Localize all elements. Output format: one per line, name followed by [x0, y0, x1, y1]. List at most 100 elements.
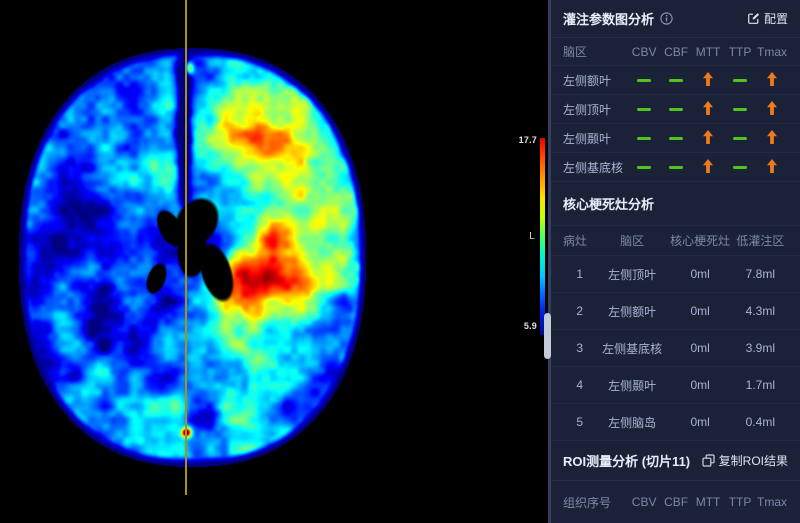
- trend-up-icon: [767, 101, 777, 118]
- roi-table-header: 组织序号CBVCBFMTTTTPTmax: [551, 481, 800, 523]
- trend-cell: [628, 108, 660, 111]
- trend-flat-icon: [669, 108, 683, 111]
- lesion-index: 3: [563, 341, 597, 355]
- infarct-column-header: 核心梗死灶: [668, 232, 733, 249]
- roi-column-header: CBF: [660, 495, 692, 509]
- trend-cell: [692, 101, 724, 118]
- hypoperfusion-volume: 3.9ml: [733, 341, 788, 355]
- infarct-table-row[interactable]: 3左侧基底核0ml3.9ml: [551, 330, 800, 367]
- edit-icon: [747, 12, 760, 25]
- infarct-table-row[interactable]: 1左侧顶叶0ml7.8ml: [551, 256, 800, 293]
- configure-label: 配置: [764, 10, 788, 27]
- trend-cell: [724, 79, 756, 82]
- trend-flat-icon: [669, 79, 683, 82]
- colorbar-min-label: 5.9: [515, 321, 537, 331]
- lesion-index: 2: [563, 304, 597, 318]
- trend-up-icon: [703, 130, 713, 147]
- lesion-region: 左侧脑岛: [597, 414, 668, 431]
- colorbar-mid-label: L: [515, 231, 535, 242]
- infarct-table-row[interactable]: 5左侧脑岛0ml0.4ml: [551, 404, 800, 441]
- infarct-column-header: 低灌注区: [733, 232, 788, 249]
- trend-up-icon: [767, 130, 777, 147]
- perfusion-table-row[interactable]: 左侧额叶: [551, 66, 800, 95]
- trend-up-icon: [703, 159, 713, 176]
- analysis-panel: 灌注参数图分析 配置 脑区CBVCBFMTTTTPTmax 左侧额叶左侧顶叶左侧…: [548, 0, 800, 523]
- hypoperfusion-volume: 4.3ml: [733, 304, 788, 318]
- trend-cell: [660, 108, 692, 111]
- colorbar: [540, 138, 545, 335]
- trend-cell: [724, 108, 756, 111]
- trend-cell: [628, 137, 660, 140]
- perfusion-column-header: CBF: [660, 45, 692, 59]
- trend-cell: [660, 137, 692, 140]
- infarct-table-row[interactable]: 4左侧颞叶0ml1.7ml: [551, 367, 800, 404]
- region-label: 左侧额叶: [563, 72, 628, 89]
- infarct-column-header: 脑区: [597, 232, 668, 249]
- roi-section-header: ROI测量分析 (切片11) 复制ROI结果: [551, 441, 800, 481]
- roi-column-header: 组织序号: [563, 494, 628, 511]
- perfusion-table-header: 脑区CBVCBFMTTTTPTmax: [551, 38, 800, 66]
- trend-up-icon: [767, 159, 777, 176]
- region-label: 左侧基底核: [563, 159, 628, 176]
- colorbar-max-label: 17.7: [512, 135, 537, 145]
- trend-cell: [692, 130, 724, 147]
- perfusion-column-header: CBV: [628, 45, 660, 59]
- trend-flat-icon: [637, 137, 651, 140]
- copy-icon: [702, 454, 715, 467]
- trend-cell: [756, 159, 788, 176]
- trend-flat-icon: [637, 166, 651, 169]
- configure-button[interactable]: 配置: [747, 10, 788, 27]
- core-infarct-volume: 0ml: [668, 267, 733, 281]
- perfusion-column-header: Tmax: [756, 45, 788, 59]
- trend-flat-icon: [669, 137, 683, 140]
- perfusion-section-title: 灌注参数图分析: [563, 9, 654, 28]
- trend-cell: [724, 137, 756, 140]
- roi-column-header: MTT: [692, 495, 724, 509]
- copy-roi-button[interactable]: 复制ROI结果: [702, 452, 788, 469]
- roi-column-header: CBV: [628, 495, 660, 509]
- midline-reference-line[interactable]: [185, 0, 187, 495]
- perfusion-table-row[interactable]: 左侧颞叶: [551, 124, 800, 153]
- copy-roi-label: 复制ROI结果: [719, 452, 788, 469]
- trend-flat-icon: [733, 108, 747, 111]
- app-window: 17.7 L 5.9 灌注参数图分析 配置 脑区CBVCBFMTTTTPTmax…: [0, 0, 800, 523]
- trend-cell: [628, 166, 660, 169]
- trend-cell: [692, 159, 724, 176]
- perfusion-table-row[interactable]: 左侧基底核: [551, 153, 800, 182]
- trend-cell: [628, 79, 660, 82]
- trend-flat-icon: [637, 79, 651, 82]
- infarct-table-row[interactable]: 2左侧额叶0ml4.3ml: [551, 293, 800, 330]
- lesion-region: 左侧额叶: [597, 303, 668, 320]
- trend-cell: [756, 101, 788, 118]
- panel-scrollbar-thumb[interactable]: [544, 313, 551, 359]
- roi-section-title: ROI测量分析 (切片11): [563, 451, 690, 470]
- perfusion-table-row[interactable]: 左侧顶叶: [551, 95, 800, 124]
- perfusion-section-header: 灌注参数图分析 配置: [551, 0, 800, 38]
- infarct-table-header: 病灶脑区核心梗死灶低灌注区: [551, 226, 800, 256]
- trend-flat-icon: [637, 108, 651, 111]
- trend-flat-icon: [733, 79, 747, 82]
- core-infarct-volume: 0ml: [668, 378, 733, 392]
- perfusion-column-header: TTP: [724, 45, 756, 59]
- roi-column-header: TTP: [724, 495, 756, 509]
- lesion-index: 1: [563, 267, 597, 281]
- region-label: 左侧顶叶: [563, 101, 628, 118]
- infarct-table-body: 1左侧顶叶0ml7.8ml2左侧额叶0ml4.3ml3左侧基底核0ml3.9ml…: [551, 256, 800, 441]
- trend-cell: [692, 72, 724, 89]
- hypoperfusion-volume: 1.7ml: [733, 378, 788, 392]
- info-icon[interactable]: [660, 12, 673, 25]
- trend-flat-icon: [733, 166, 747, 169]
- image-viewer[interactable]: 17.7 L 5.9: [0, 0, 548, 523]
- core-infarct-volume: 0ml: [668, 415, 733, 429]
- perfusion-map-image[interactable]: [0, 0, 546, 523]
- trend-cell: [660, 166, 692, 169]
- trend-up-icon: [767, 72, 777, 89]
- trend-up-icon: [703, 101, 713, 118]
- infarct-section-header: 核心梗死灶分析: [551, 182, 800, 226]
- hypoperfusion-volume: 0.4ml: [733, 415, 788, 429]
- core-infarct-volume: 0ml: [668, 304, 733, 318]
- core-infarct-volume: 0ml: [668, 341, 733, 355]
- infarct-section-title: 核心梗死灶分析: [563, 194, 654, 213]
- trend-flat-icon: [669, 166, 683, 169]
- trend-flat-icon: [733, 137, 747, 140]
